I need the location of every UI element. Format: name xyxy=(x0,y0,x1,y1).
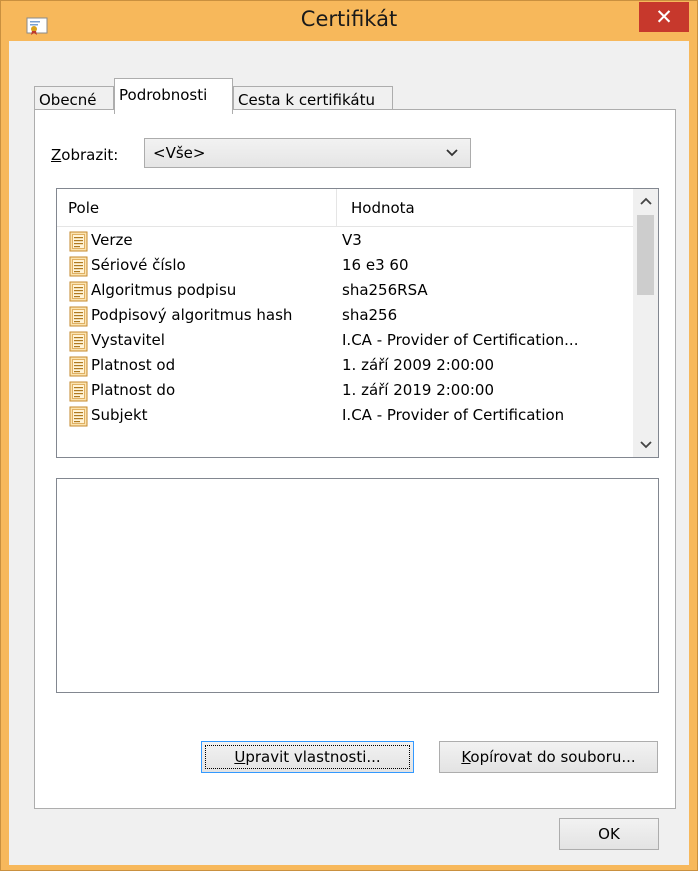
list-item[interactable]: Podpisový algoritmus hash sha256 xyxy=(57,304,633,329)
field-value: sha256RSA xyxy=(342,281,428,299)
field-value: 1. září 2019 2:00:00 xyxy=(342,381,495,399)
field-name: Podpisový algoritmus hash xyxy=(91,306,293,324)
field-name: Platnost do xyxy=(91,381,176,399)
field-name: Verze xyxy=(91,231,133,249)
certificate-dialog: Certifikát ✕ Obecné Podrobnosti Cesta k … xyxy=(0,0,698,871)
field-value: 16 e3 60 xyxy=(342,256,409,274)
field-name: Platnost od xyxy=(91,356,176,374)
list-rows: Verze V3 Sériové číslo 16 e3 60 Algoritmus p… xyxy=(57,229,633,429)
show-dropdown[interactable]: <Vše> xyxy=(144,138,471,168)
field-value-textbox[interactable] xyxy=(56,478,659,693)
scrollbar-thumb[interactable] xyxy=(637,215,654,295)
field-value: V3 xyxy=(342,231,362,249)
field-name: Vystavitel xyxy=(91,331,165,349)
column-header-hodnota[interactable]: Hodnota xyxy=(351,199,415,217)
certificate-field-icon xyxy=(69,356,88,377)
column-divider[interactable] xyxy=(336,189,337,227)
close-icon: ✕ xyxy=(655,5,673,29)
certificate-field-icon xyxy=(69,281,88,302)
title-bar[interactable]: Certifikát ✕ xyxy=(1,1,697,41)
list-item[interactable]: Verze V3 xyxy=(57,229,633,254)
tab-podrobnosti[interactable]: Podrobnosti xyxy=(114,78,233,114)
chevron-down-icon[interactable] xyxy=(633,433,658,457)
list-item[interactable]: Platnost od 1. září 2009 2:00:00 xyxy=(57,354,633,379)
list-item[interactable]: Sériové číslo 16 e3 60 xyxy=(57,254,633,279)
ok-button[interactable]: OK xyxy=(559,818,659,850)
list-header: Pole Hodnota xyxy=(57,189,633,227)
certificate-field-icon xyxy=(69,331,88,352)
chevron-down-icon xyxy=(446,145,458,161)
details-panel: Zobrazit: <Vše> Pole Hodnota Verze V3 Séri… xyxy=(34,109,676,809)
dialog-client-area: Obecné Podrobnosti Cesta k certifikátu Z… xyxy=(9,41,689,865)
show-label: Zobrazit: xyxy=(51,146,119,164)
list-item[interactable]: Vystavitel I.CA - Provider of Certificati… xyxy=(57,329,633,354)
copy-to-file-button[interactable]: Kopírovat do souboru... xyxy=(439,741,658,773)
field-value: I.CA - Provider of Certification xyxy=(342,406,565,424)
chevron-up-icon[interactable] xyxy=(633,189,658,213)
field-value: I.CA - Provider of Certification... xyxy=(342,331,579,349)
window-title: Certifikát xyxy=(300,7,398,31)
fields-list[interactable]: Pole Hodnota Verze V3 Sériové číslo 16 e3 6… xyxy=(56,188,659,458)
certificate-field-icon xyxy=(69,381,88,402)
list-item[interactable]: Platnost do 1. září 2019 2:00:00 xyxy=(57,379,633,404)
certificate-field-icon xyxy=(69,306,88,327)
show-dropdown-value: <Vše> xyxy=(153,144,206,162)
vertical-scrollbar[interactable] xyxy=(633,189,658,457)
close-button[interactable]: ✕ xyxy=(639,2,689,32)
field-value: 1. září 2009 2:00:00 xyxy=(342,356,495,374)
field-name: Algoritmus podpisu xyxy=(91,281,237,299)
certificate-field-icon xyxy=(69,406,88,427)
field-name: Sériové číslo xyxy=(91,256,186,274)
list-item[interactable]: Algoritmus podpisu sha256RSA xyxy=(57,279,633,304)
list-item[interactable]: Subjekt I.CA - Provider of Certification xyxy=(57,404,633,429)
field-value: sha256 xyxy=(342,306,398,324)
column-header-pole[interactable]: Pole xyxy=(68,199,99,217)
certificate-field-icon xyxy=(69,256,88,277)
certificate-field-icon xyxy=(69,231,88,252)
edit-properties-button[interactable]: Upravit vlastnosti... xyxy=(201,741,414,773)
field-name: Subjekt xyxy=(91,406,148,424)
